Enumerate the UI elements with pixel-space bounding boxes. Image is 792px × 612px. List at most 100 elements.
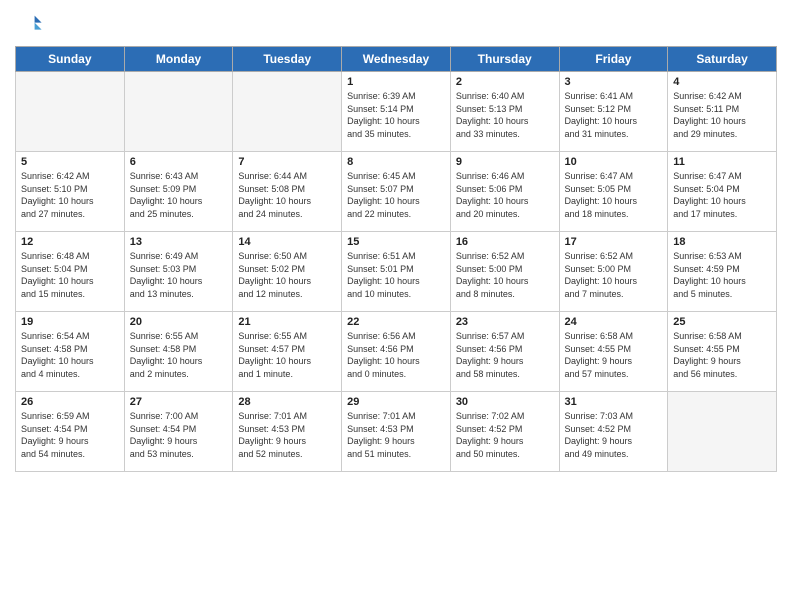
calendar-cell: 30Sunrise: 7:02 AM Sunset: 4:52 PM Dayli… [450, 392, 559, 472]
cell-info: Sunrise: 7:00 AM Sunset: 4:54 PM Dayligh… [130, 410, 228, 460]
calendar-cell: 8 Sunrise: 6:45 AM Sunset: 5:07 PM Daylig… [342, 152, 451, 232]
week-row-3: 12 Sunrise: 6:48 AM Sunset: 5:04 PM Dayli… [16, 232, 777, 312]
calendar-cell: 19 Sunrise: 6:54 AM Sunset: 4:58 PM Dayli… [16, 312, 125, 392]
calendar-cell: 29 Sunrise: 7:01 AM Sunset: 4:53 PM Dayli… [342, 392, 451, 472]
cell-info: Sunrise: 6:41 AM Sunset: 5:12 PM Dayligh… [565, 90, 663, 140]
cell-info: Sunrise: 6:40 AM Sunset: 5:13 PM Dayligh… [456, 90, 554, 140]
day-number: 26 [21, 396, 119, 408]
day-number: 4 [673, 76, 771, 88]
calendar-cell: 24 Sunrise: 6:58 AM Sunset: 4:55 PM Dayli… [559, 312, 668, 392]
calendar-cell: 4Sunrise: 6:42 AM Sunset: 5:11 PM Daylig… [668, 72, 777, 152]
calendar-cell: 20 Sunrise: 6:55 AM Sunset: 4:58 PM Dayli… [124, 312, 233, 392]
day-number: 25 [673, 316, 771, 328]
day-number: 13 [130, 236, 228, 248]
day-number: 30 [456, 396, 554, 408]
day-number: 21 [238, 316, 336, 328]
logo-icon [15, 10, 43, 38]
calendar-cell: 13 Sunrise: 6:49 AM Sunset: 5:03 PM Dayli… [124, 232, 233, 312]
calendar-cell [16, 72, 125, 152]
cell-info: Sunrise: 6:55 AM Sunset: 4:57 PM Dayligh… [238, 330, 336, 380]
cell-info: Sunrise: 6:58 AM Sunset: 4:55 PM Dayligh… [673, 330, 771, 380]
calendar-cell: 12 Sunrise: 6:48 AM Sunset: 5:04 PM Dayli… [16, 232, 125, 312]
day-header-tuesday: Tuesday [233, 47, 342, 72]
calendar-cell: 21 Sunrise: 6:55 AM Sunset: 4:57 PM Dayli… [233, 312, 342, 392]
cell-info: Sunrise: 6:47 AM Sunset: 5:05 PM Dayligh… [565, 170, 663, 220]
cell-info: Sunrise: 6:58 AM Sunset: 4:55 PM Dayligh… [565, 330, 663, 380]
calendar-cell: 23Sunrise: 6:57 AM Sunset: 4:56 PM Dayli… [450, 312, 559, 392]
day-number: 28 [238, 396, 336, 408]
calendar-cell: 2 Sunrise: 6:40 AM Sunset: 5:13 PM Daylig… [450, 72, 559, 152]
cell-info: Sunrise: 6:54 AM Sunset: 4:58 PM Dayligh… [21, 330, 119, 380]
day-header-monday: Monday [124, 47, 233, 72]
week-row-1: 1Sunrise: 6:39 AM Sunset: 5:14 PM Daylig… [16, 72, 777, 152]
day-number: 18 [673, 236, 771, 248]
calendar-table: SundayMondayTuesdayWednesdayThursdayFrid… [15, 46, 777, 472]
day-number: 15 [347, 236, 445, 248]
day-number: 20 [130, 316, 228, 328]
day-number: 2 [456, 76, 554, 88]
cell-info: Sunrise: 6:45 AM Sunset: 5:07 PM Dayligh… [347, 170, 445, 220]
calendar-cell: 31Sunrise: 7:03 AM Sunset: 4:52 PM Dayli… [559, 392, 668, 472]
calendar-cell: 17Sunrise: 6:52 AM Sunset: 5:00 PM Dayli… [559, 232, 668, 312]
cell-info: Sunrise: 6:47 AM Sunset: 5:04 PM Dayligh… [673, 170, 771, 220]
cell-info: Sunrise: 6:52 AM Sunset: 5:00 PM Dayligh… [456, 250, 554, 300]
logo [15, 10, 47, 38]
cell-info: Sunrise: 6:39 AM Sunset: 5:14 PM Dayligh… [347, 90, 445, 140]
cell-info: Sunrise: 6:49 AM Sunset: 5:03 PM Dayligh… [130, 250, 228, 300]
calendar-cell: 10 Sunrise: 6:47 AM Sunset: 5:05 PM Dayli… [559, 152, 668, 232]
day-number: 12 [21, 236, 119, 248]
day-number: 29 [347, 396, 445, 408]
cell-info: Sunrise: 6:56 AM Sunset: 4:56 PM Dayligh… [347, 330, 445, 380]
calendar-cell: 7 Sunrise: 6:44 AM Sunset: 5:08 PM Daylig… [233, 152, 342, 232]
calendar-cell [668, 392, 777, 472]
day-number: 10 [565, 156, 663, 168]
calendar-cell: 27Sunrise: 7:00 AM Sunset: 4:54 PM Dayli… [124, 392, 233, 472]
cell-info: Sunrise: 6:50 AM Sunset: 5:02 PM Dayligh… [238, 250, 336, 300]
day-number: 5 [21, 156, 119, 168]
day-number: 3 [565, 76, 663, 88]
calendar-cell: 6Sunrise: 6:43 AM Sunset: 5:09 PM Daylig… [124, 152, 233, 232]
cell-info: Sunrise: 7:01 AM Sunset: 4:53 PM Dayligh… [347, 410, 445, 460]
week-row-5: 26 Sunrise: 6:59 AM Sunset: 4:54 PM Dayli… [16, 392, 777, 472]
cell-info: Sunrise: 6:42 AM Sunset: 5:10 PM Dayligh… [21, 170, 119, 220]
calendar-cell [233, 72, 342, 152]
week-row-2: 5 Sunrise: 6:42 AM Sunset: 5:10 PM Daylig… [16, 152, 777, 232]
day-header-friday: Friday [559, 47, 668, 72]
day-number: 7 [238, 156, 336, 168]
day-number: 14 [238, 236, 336, 248]
day-number: 11 [673, 156, 771, 168]
day-number: 24 [565, 316, 663, 328]
day-header-wednesday: Wednesday [342, 47, 451, 72]
day-number: 9 [456, 156, 554, 168]
day-number: 19 [21, 316, 119, 328]
day-number: 16 [456, 236, 554, 248]
cell-info: Sunrise: 7:01 AM Sunset: 4:53 PM Dayligh… [238, 410, 336, 460]
cell-info: Sunrise: 6:57 AM Sunset: 4:56 PM Dayligh… [456, 330, 554, 380]
cell-info: Sunrise: 6:59 AM Sunset: 4:54 PM Dayligh… [21, 410, 119, 460]
calendar-cell: 5 Sunrise: 6:42 AM Sunset: 5:10 PM Daylig… [16, 152, 125, 232]
day-header-thursday: Thursday [450, 47, 559, 72]
calendar-cell: 18Sunrise: 6:53 AM Sunset: 4:59 PM Dayli… [668, 232, 777, 312]
calendar-cell: 1Sunrise: 6:39 AM Sunset: 5:14 PM Daylig… [342, 72, 451, 152]
day-header-sunday: Sunday [16, 47, 125, 72]
cell-info: Sunrise: 6:51 AM Sunset: 5:01 PM Dayligh… [347, 250, 445, 300]
calendar-cell: 14 Sunrise: 6:50 AM Sunset: 5:02 PM Dayli… [233, 232, 342, 312]
calendar-cell: 26 Sunrise: 6:59 AM Sunset: 4:54 PM Dayli… [16, 392, 125, 472]
day-number: 31 [565, 396, 663, 408]
calendar-cell: 25 Sunrise: 6:58 AM Sunset: 4:55 PM Dayli… [668, 312, 777, 392]
cell-info: Sunrise: 6:48 AM Sunset: 5:04 PM Dayligh… [21, 250, 119, 300]
header [15, 10, 777, 38]
cell-info: Sunrise: 6:55 AM Sunset: 4:58 PM Dayligh… [130, 330, 228, 380]
calendar-cell: 3 Sunrise: 6:41 AM Sunset: 5:12 PM Daylig… [559, 72, 668, 152]
day-number: 8 [347, 156, 445, 168]
day-number: 17 [565, 236, 663, 248]
cell-info: Sunrise: 6:43 AM Sunset: 5:09 PM Dayligh… [130, 170, 228, 220]
page: SundayMondayTuesdayWednesdayThursdayFrid… [0, 0, 792, 612]
calendar-cell: 16 Sunrise: 6:52 AM Sunset: 5:00 PM Dayli… [450, 232, 559, 312]
calendar-cell [124, 72, 233, 152]
cell-info: Sunrise: 6:46 AM Sunset: 5:06 PM Dayligh… [456, 170, 554, 220]
week-row-4: 19 Sunrise: 6:54 AM Sunset: 4:58 PM Dayli… [16, 312, 777, 392]
cell-info: Sunrise: 6:44 AM Sunset: 5:08 PM Dayligh… [238, 170, 336, 220]
day-header-saturday: Saturday [668, 47, 777, 72]
calendar-cell: 28 Sunrise: 7:01 AM Sunset: 4:53 PM Dayli… [233, 392, 342, 472]
